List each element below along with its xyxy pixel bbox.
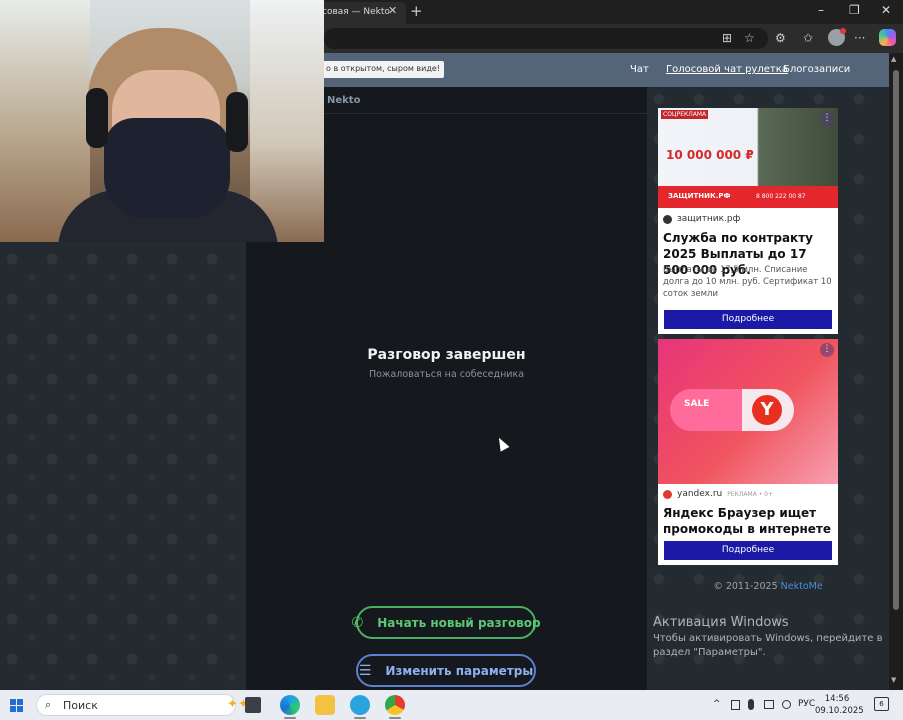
apps-icon[interactable]: ⊞ [722, 31, 732, 45]
edge-active-indicator [284, 717, 296, 719]
chrome-icon[interactable] [385, 695, 405, 715]
ad-more-button[interactable]: Подробнее [664, 310, 832, 329]
address-bar[interactable] [324, 28, 768, 49]
language-indicator[interactable]: РУС [798, 699, 815, 709]
pill-shape [670, 389, 742, 431]
minimize-icon[interactable]: – [818, 3, 824, 17]
star-icon[interactable]: ☆ [744, 31, 755, 45]
ad-image-label: СОЦРЕКЛАМА [661, 110, 709, 119]
chat-ended-title: Разговор завершен [367, 347, 526, 363]
start-new-chat-button[interactable]: ✆ Начать новый разговор [351, 606, 541, 639]
ad-menu-icon[interactable]: ⋮ [820, 112, 834, 126]
search-icon: ⌕ [45, 698, 52, 711]
header-notice: о в открытом, сыром виде! [322, 61, 444, 78]
ad-card-contract[interactable]: СОЦРЕКЛАМА 10 000 000 ₽ ЗАЩИТНИК.РФ 8 80… [658, 108, 838, 334]
microphone-icon[interactable] [748, 699, 754, 710]
telegram-icon[interactable] [350, 695, 370, 715]
network-icon[interactable] [764, 700, 774, 709]
nav-voice-roulette-link[interactable]: Голосовой чат рулетка [666, 64, 788, 75]
site-icon [663, 214, 672, 224]
more-icon[interactable]: ··· [854, 31, 865, 45]
ad-more-button[interactable]: Подробнее [664, 541, 832, 560]
telegram-active-indicator [354, 717, 366, 719]
headphones-left [86, 88, 108, 148]
ad-source-domain: защитник.рф [677, 214, 741, 224]
maximize-icon[interactable]: ❐ [849, 3, 860, 17]
phone-icon: ✆ [351, 614, 364, 631]
close-window-icon[interactable]: ✕ [881, 3, 891, 17]
ad-image-amount: 10 000 000 ₽ [666, 148, 754, 162]
list-icon: ☰ [358, 662, 372, 679]
webcam-person-mask [104, 118, 230, 218]
ad-image: SALE Y ⋮ [658, 339, 838, 484]
notifications-icon[interactable]: 6 [874, 697, 889, 711]
nektome-link[interactable]: NektoMe [781, 581, 823, 592]
ad-title[interactable]: Яндекс Браузер ищет промокоды в интернет… [663, 505, 835, 537]
ad-source: yandex.ru РЕКЛАМА • 0+ [663, 489, 773, 499]
clock-date: 09.10.2025 [815, 706, 864, 716]
ad-tag: РЕКЛАМА • 0+ [727, 490, 773, 498]
extensions-icon[interactable]: ⚙ [775, 31, 786, 45]
volume-icon[interactable] [782, 700, 791, 709]
sale-tag: SALE [684, 399, 710, 409]
ad-image-phone: 8 800 222 00 87 [756, 193, 806, 200]
nav-chat-link[interactable]: Чат [630, 64, 649, 75]
ad-image-site: ЗАЩИТНИК.РФ [668, 192, 731, 200]
edge-icon[interactable] [280, 695, 300, 715]
webcam-video [0, 0, 324, 242]
nav-blog-link[interactable]: Блогозаписи [783, 64, 850, 75]
scrollbar-thumb[interactable] [893, 70, 899, 610]
windows-activation-title: Активация Windows [653, 615, 789, 630]
windows-activation-text: Чтобы активировать Windows, перейдите в … [653, 633, 883, 658]
ad-menu-icon[interactable]: ⋮ [820, 343, 834, 357]
windows-start-icon[interactable] [10, 699, 23, 712]
chrome-active-indicator [389, 717, 401, 719]
task-view-icon[interactable] [245, 697, 261, 713]
ad-description: Выплаты до 17,5 млн. Списание долга до 1… [663, 265, 832, 299]
profile-status-dot [840, 28, 846, 34]
taskbar-search[interactable]: ⌕ Поиск ✦✦ [36, 694, 249, 716]
ad-source-domain: yandex.ru [677, 489, 723, 499]
yandex-logo-icon: Y [752, 395, 782, 425]
change-params-button[interactable]: ☰ Изменить параметры [356, 654, 536, 687]
tab-title: совая — Nekto [322, 7, 390, 17]
headphones-right [226, 92, 248, 152]
ad-card-yandex[interactable]: SALE Y ⋮ yandex.ru РЕКЛАМА • 0+ Яндекс Б… [658, 339, 838, 565]
copyright: © 2011-2025 NektoMe [647, 581, 889, 592]
windows-taskbar: ⌕ Поиск ✦✦ ^ РУС 14:56 09.10.2025 6 [0, 690, 903, 720]
scroll-down-icon[interactable]: ▼ [891, 676, 896, 684]
ad-source: защитник.рф [663, 214, 740, 224]
clock-time: 14:56 [824, 694, 850, 704]
search-placeholder: Поиск [63, 699, 98, 712]
tray-chevron-icon[interactable]: ^ [713, 699, 721, 709]
new-tab-icon[interactable]: + [410, 2, 423, 20]
chat-brand: Nekto [327, 95, 361, 106]
scroll-up-icon[interactable]: ▲ [891, 55, 896, 63]
tab-close-icon[interactable]: ✕ [388, 4, 397, 17]
taskbar-clock[interactable]: 14:56 09.10.2025 [815, 693, 864, 717]
copilot-icon[interactable] [879, 29, 896, 46]
ad-image: СОЦРЕКЛАМА 10 000 000 ₽ ЗАЩИТНИК.РФ 8 80… [658, 108, 838, 208]
file-explorer-icon[interactable] [315, 695, 335, 715]
report-partner-link[interactable]: Пожаловаться на собеседника [246, 369, 647, 380]
copyright-text: © 2011-2025 [713, 581, 778, 592]
favorites-icon[interactable]: ✩ [803, 31, 813, 45]
yandex-site-icon [663, 489, 672, 499]
change-params-label: Изменить параметры [385, 663, 534, 678]
webcam-background-right [250, 0, 324, 242]
battery-icon[interactable] [731, 700, 740, 710]
start-new-chat-label: Начать новый разговор [377, 615, 541, 630]
